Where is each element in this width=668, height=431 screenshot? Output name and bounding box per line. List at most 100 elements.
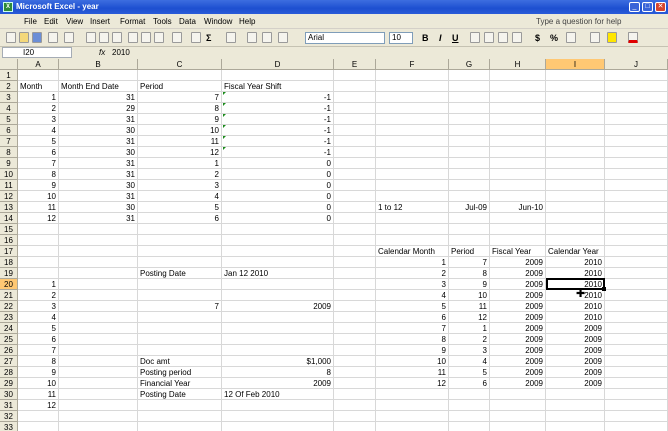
- spelling-icon[interactable]: [112, 32, 122, 43]
- cell-I23[interactable]: 2010: [546, 312, 604, 323]
- column-header-B[interactable]: B: [59, 59, 138, 70]
- cell-I28[interactable]: 2009: [546, 367, 604, 378]
- cell-B10[interactable]: 31: [59, 169, 137, 180]
- cell-B12[interactable]: 31: [59, 191, 137, 202]
- cell-B6[interactable]: 30: [59, 125, 137, 136]
- cell-A30[interactable]: 11: [18, 389, 58, 400]
- cell-F20[interactable]: 3: [376, 279, 448, 290]
- cell-A26[interactable]: 7: [18, 345, 58, 356]
- cell-F17[interactable]: Calendar Month: [376, 246, 448, 257]
- cell-A6[interactable]: 4: [18, 125, 58, 136]
- undo-icon[interactable]: [172, 32, 182, 43]
- cell-F13[interactable]: 1 to 12: [376, 202, 448, 213]
- fx-icon[interactable]: fx: [99, 47, 105, 58]
- cell-A3[interactable]: 1: [18, 92, 58, 103]
- row-header-11[interactable]: 11: [0, 180, 18, 191]
- minimize-button[interactable]: _: [629, 2, 640, 12]
- cell-C4[interactable]: 8: [138, 103, 221, 114]
- cell-C2[interactable]: Period: [138, 81, 221, 92]
- cell-D19[interactable]: Jan 12 2010: [222, 268, 333, 279]
- cell-G25[interactable]: 2: [449, 334, 489, 345]
- bold-button[interactable]: B: [422, 32, 429, 44]
- worksheet-grid[interactable]: A B C D E F G H I J 1 2 3 4 5 6 7 8 9 10 11 12 13 14 15 16 17 18 19 2…: [0, 59, 668, 431]
- cell-D8[interactable]: -1: [222, 147, 333, 158]
- cell-D3[interactable]: -1: [222, 92, 333, 103]
- cell-C13[interactable]: 5: [138, 202, 221, 213]
- cell-C12[interactable]: 4: [138, 191, 221, 202]
- cell-A13[interactable]: 11: [18, 202, 58, 213]
- row-header-16[interactable]: 16: [0, 235, 18, 246]
- row-header-17[interactable]: 17: [0, 246, 18, 257]
- cell-D22[interactable]: 2009: [222, 301, 333, 312]
- cell-A4[interactable]: 2: [18, 103, 58, 114]
- cell-D6[interactable]: -1: [222, 125, 333, 136]
- sort-icon[interactable]: [226, 32, 236, 43]
- cell-D28[interactable]: 8: [222, 367, 333, 378]
- cell-G27[interactable]: 4: [449, 356, 489, 367]
- row-header-3[interactable]: 3: [0, 92, 18, 103]
- column-header-D[interactable]: D: [222, 59, 334, 70]
- cell-B11[interactable]: 30: [59, 180, 137, 191]
- underline-button[interactable]: U: [452, 32, 459, 44]
- cell-G21[interactable]: 10: [449, 290, 489, 301]
- font-size-select[interactable]: 10: [389, 32, 413, 44]
- cell-F26[interactable]: 9: [376, 345, 448, 356]
- cell-F29[interactable]: 12: [376, 378, 448, 389]
- cell-A27[interactable]: 8: [18, 356, 58, 367]
- row-header-7[interactable]: 7: [0, 136, 18, 147]
- cell-C29[interactable]: Financial Year: [138, 378, 221, 389]
- cell-A2[interactable]: Month: [18, 81, 58, 92]
- row-header-5[interactable]: 5: [0, 114, 18, 125]
- menu-file[interactable]: File: [24, 16, 37, 27]
- cell-G23[interactable]: 12: [449, 312, 489, 323]
- menu-data[interactable]: Data: [179, 16, 196, 27]
- menu-view[interactable]: View: [66, 16, 83, 27]
- cell-G22[interactable]: 11: [449, 301, 489, 312]
- italic-button[interactable]: I: [439, 32, 442, 44]
- cell-I29[interactable]: 2009: [546, 378, 604, 389]
- cell-C22[interactable]: 7: [138, 301, 221, 312]
- column-header-J[interactable]: J: [605, 59, 668, 70]
- align-right-icon[interactable]: [498, 32, 508, 43]
- cell-H29[interactable]: 2009: [490, 378, 545, 389]
- cell-I22[interactable]: 2010: [546, 301, 604, 312]
- autosum-icon[interactable]: Σ: [206, 32, 211, 44]
- cell-D13[interactable]: 0: [222, 202, 333, 213]
- cell-B3[interactable]: 31: [59, 92, 137, 103]
- cell-H28[interactable]: 2009: [490, 367, 545, 378]
- cell-A8[interactable]: 6: [18, 147, 58, 158]
- cell-B9[interactable]: 31: [59, 158, 137, 169]
- cell-C30[interactable]: Posting Date: [138, 389, 221, 400]
- column-header-A[interactable]: A: [18, 59, 59, 70]
- cell-F25[interactable]: 8: [376, 334, 448, 345]
- cell-G18[interactable]: 7: [449, 257, 489, 268]
- row-header-26[interactable]: 26: [0, 345, 18, 356]
- column-header-F[interactable]: F: [376, 59, 449, 70]
- row-header-1[interactable]: 1: [0, 70, 18, 81]
- row-header-6[interactable]: 6: [0, 125, 18, 136]
- cell-F22[interactable]: 5: [376, 301, 448, 312]
- row-header-21[interactable]: 21: [0, 290, 18, 301]
- row-header-20[interactable]: 20: [0, 279, 18, 290]
- cell-H22[interactable]: 2009: [490, 301, 545, 312]
- cell-C3[interactable]: 7: [138, 92, 221, 103]
- row-header-18[interactable]: 18: [0, 257, 18, 268]
- percent-button[interactable]: %: [550, 32, 558, 44]
- cell-A5[interactable]: 3: [18, 114, 58, 125]
- drawing-icon[interactable]: [262, 32, 272, 43]
- align-center-icon[interactable]: [484, 32, 494, 43]
- close-button[interactable]: ✕: [655, 2, 666, 12]
- cell-I18[interactable]: 2010: [546, 257, 604, 268]
- cell-A23[interactable]: 4: [18, 312, 58, 323]
- cell-F21[interactable]: 4: [376, 290, 448, 301]
- cell-G26[interactable]: 3: [449, 345, 489, 356]
- cell-D2[interactable]: Fiscal Year Shift: [222, 81, 333, 92]
- menu-format[interactable]: Format: [120, 16, 145, 27]
- menu-window[interactable]: Window: [204, 16, 232, 27]
- copy-icon[interactable]: [141, 32, 151, 43]
- column-header-I[interactable]: I: [546, 59, 605, 70]
- column-header-E[interactable]: E: [334, 59, 376, 70]
- cell-C9[interactable]: 1: [138, 158, 221, 169]
- cell-A14[interactable]: 12: [18, 213, 58, 224]
- cell-H20[interactable]: 2009: [490, 279, 545, 290]
